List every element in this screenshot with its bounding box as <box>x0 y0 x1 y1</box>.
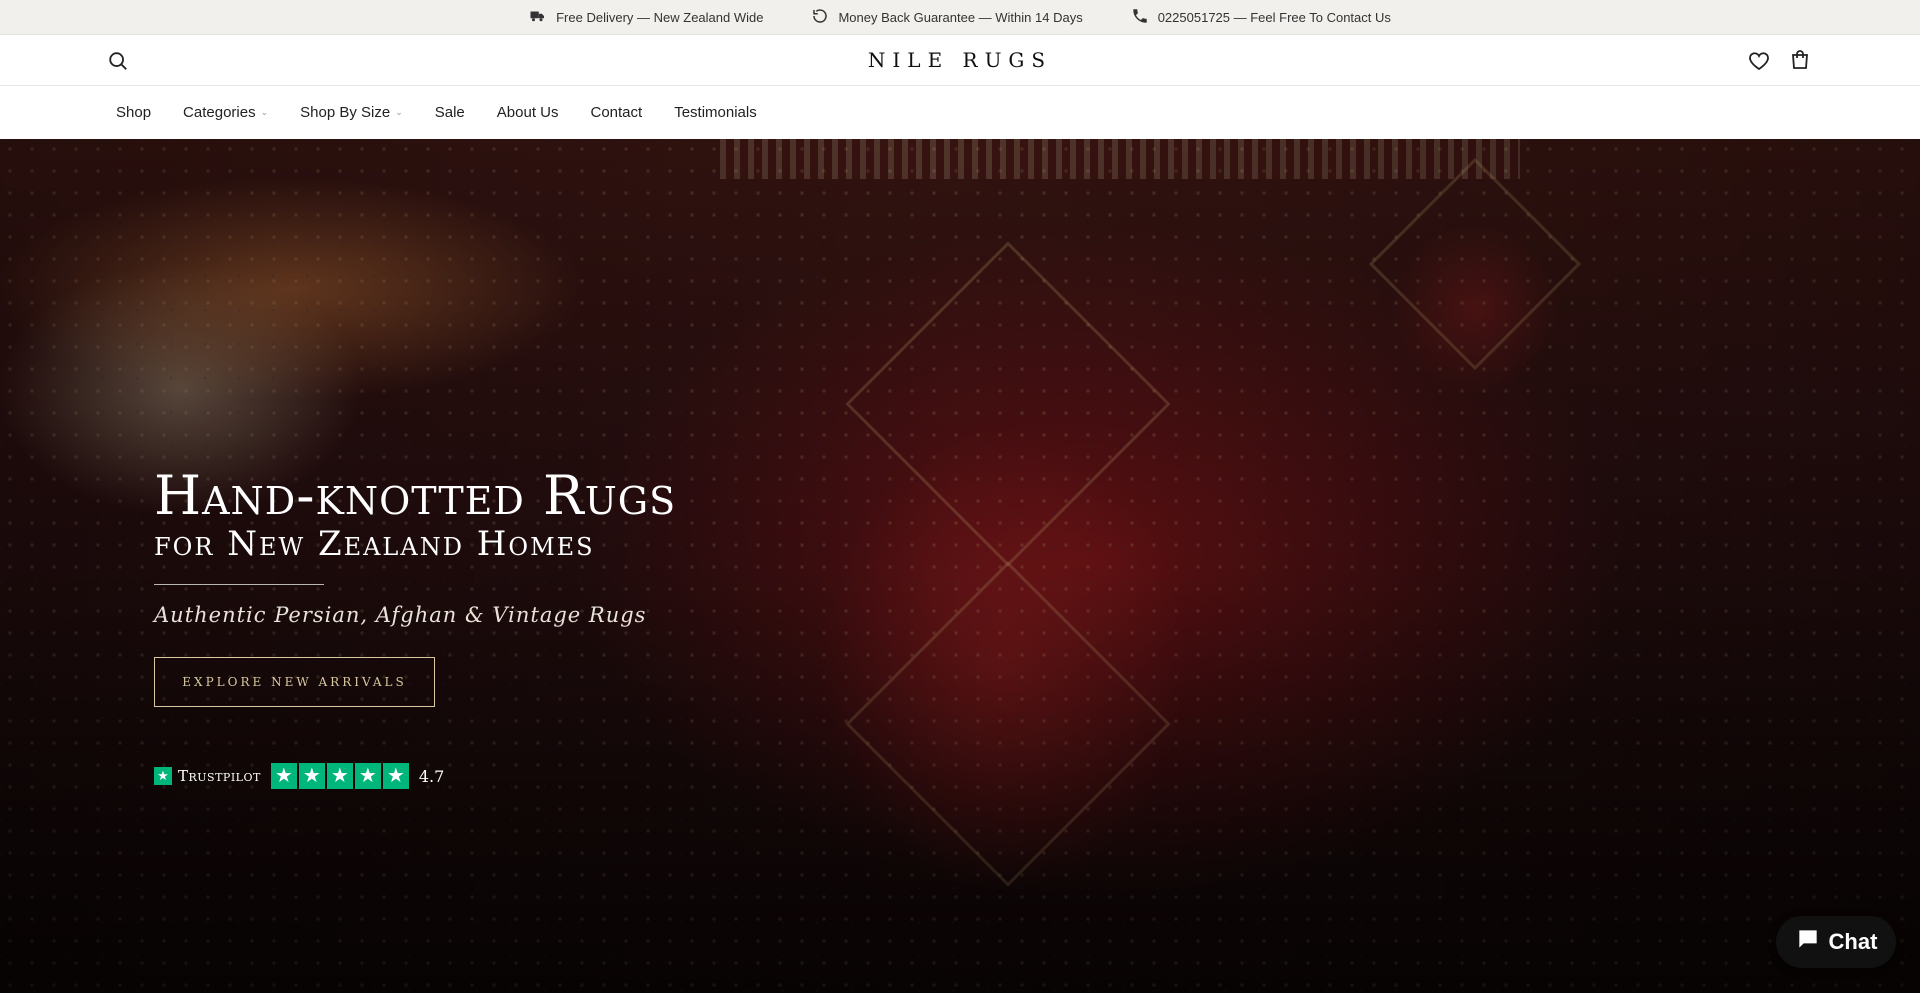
trustpilot-name: Trustpilot <box>178 767 261 785</box>
star-icon: ★ <box>298 763 325 789</box>
chevron-down-icon: ⌄ <box>395 107 403 117</box>
chevron-down-icon: ⌄ <box>260 107 269 117</box>
hero-content: Hand-knotted Rugs for New Zealand Homes … <box>154 466 676 789</box>
divider <box>154 584 324 585</box>
announcement-delivery-text: Free Delivery — New Zealand Wide <box>556 9 764 25</box>
nav-item-categories[interactable]: Categories ⌄ <box>183 104 268 121</box>
nav-item-sale[interactable]: Sale <box>435 104 465 121</box>
refresh-icon <box>811 7 829 28</box>
chat-bubble-icon <box>1795 926 1821 958</box>
hero-title: Hand-knotted Rugs <box>154 464 677 527</box>
nav-item-testimonials[interactable]: Testimonials <box>674 104 757 121</box>
trustpilot-rating[interactable]: ★ Trustpilot ★ ★ ★ ★ ★ 4.7 <box>154 763 676 789</box>
search-icon[interactable] <box>107 50 129 72</box>
chat-button[interactable]: Chat <box>1776 916 1896 968</box>
announcement-bar: Free Delivery — New Zealand Wide Money B… <box>0 0 1920 35</box>
site-header: NILE RUGS <box>0 35 1920 86</box>
nav-item-label: Shop By Size <box>300 104 391 121</box>
announcement-phone-text[interactable]: 0225051725 — Feel Free To Contact Us <box>1158 10 1391 25</box>
explore-new-arrivals-button[interactable]: EXPLORE NEW ARRIVALS <box>154 657 435 707</box>
heart-icon[interactable] <box>1747 49 1771 73</box>
phone-icon <box>1131 7 1149 28</box>
main-nav: Shop Categories ⌄ Shop By Size ⌄ Sale Abou… <box>0 86 1920 139</box>
nav-item-about-us[interactable]: About Us <box>497 104 559 121</box>
nav-item-label: About Us <box>496 104 559 121</box>
nav-item-shop-by-size[interactable]: Shop By Size ⌄ <box>300 104 403 121</box>
announcement-phone: 0225051725 — Feel Free To Contact Us <box>1131 7 1391 28</box>
nav-item-label: Testimonials <box>674 104 757 121</box>
site-logo[interactable]: NILE RUGS <box>868 48 1052 72</box>
nav-item-label: Contact <box>590 104 643 121</box>
star-icon: ★ <box>154 767 172 785</box>
hero-subtitle: for New Zealand Homes <box>154 524 595 564</box>
announcement-guarantee-text: Money Back Guarantee — Within 14 Days <box>838 9 1083 25</box>
announcement-guarantee: Money Back Guarantee — Within 14 Days <box>811 7 1083 28</box>
nav-item-contact[interactable]: Contact <box>590 104 642 121</box>
nav-item-label: Shop <box>116 104 152 121</box>
announcement-delivery: Free Delivery — New Zealand Wide <box>529 7 763 28</box>
truck-icon <box>529 7 547 28</box>
nav-item-label: Categories <box>183 104 256 121</box>
trustpilot-logo: ★ Trustpilot <box>154 767 261 785</box>
star-icon: ★ <box>354 763 381 789</box>
chat-label: Chat <box>1828 929 1878 954</box>
rating-value: 4.7 <box>418 766 445 786</box>
star-icon: ★ <box>382 763 409 789</box>
hero-tagline: Authentic Persian, Afghan & Vintage Rugs <box>154 603 647 627</box>
nav-item-shop[interactable]: Shop <box>116 104 151 121</box>
nav-item-label: Sale <box>434 104 465 121</box>
rating-stars: ★ ★ ★ ★ ★ <box>270 763 409 789</box>
star-icon: ★ <box>326 763 353 789</box>
bag-icon[interactable] <box>1788 48 1812 72</box>
star-icon: ★ <box>270 763 297 789</box>
